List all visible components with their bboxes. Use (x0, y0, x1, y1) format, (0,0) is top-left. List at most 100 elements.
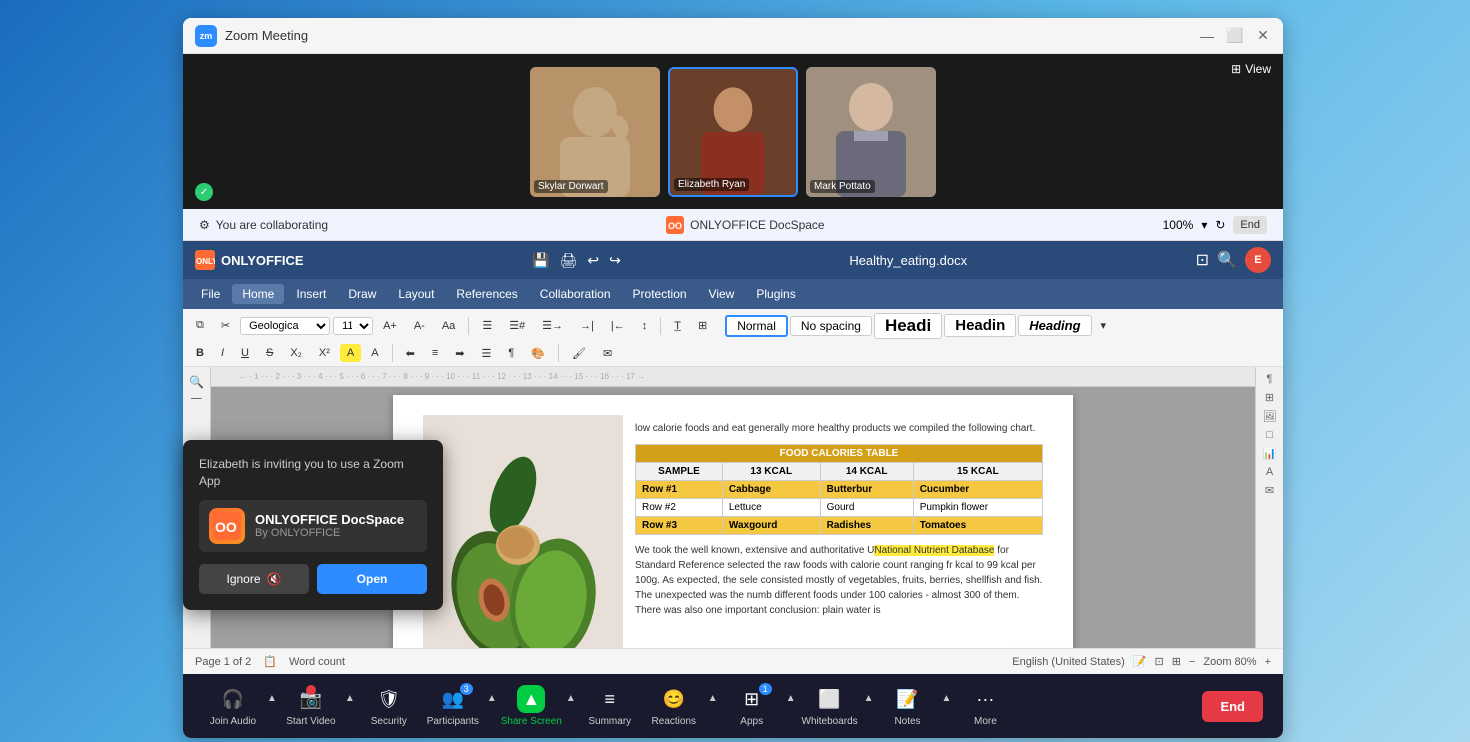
outline-btn[interactable]: ☰→ (535, 316, 570, 335)
notes-chevron[interactable]: ▲ (942, 693, 952, 704)
linespace-btn[interactable]: ↕ (635, 317, 655, 335)
font-color-btn[interactable]: A (364, 344, 385, 362)
style-heading2[interactable]: Headin (944, 314, 1016, 337)
shape-icon[interactable]: □ (1266, 429, 1273, 441)
whiteboards-chevron[interactable]: ▲ (864, 693, 874, 704)
redo-icon[interactable]: ↪ (609, 252, 621, 269)
start-video-tool[interactable]: 📷 Start Video (281, 685, 341, 727)
menu-layout[interactable]: Layout (388, 284, 444, 304)
apps-tool[interactable]: ⊞ 1 Apps (722, 685, 782, 727)
copy-btn[interactable]: ⧉ (189, 316, 211, 335)
zoom-plus-btn[interactable]: + (1265, 656, 1271, 668)
save-icon[interactable]: 💾 (532, 252, 549, 269)
style-normal[interactable]: Normal (725, 315, 788, 337)
reactions-tool[interactable]: 😊 Reactions (644, 685, 704, 727)
underline-btn[interactable]: U (234, 344, 256, 362)
spell-check-icon[interactable]: 📝 (1133, 655, 1147, 668)
reactions-chevron[interactable]: ▲ (708, 693, 718, 704)
whiteboards-tool[interactable]: ⬜ Whiteboards (800, 685, 860, 727)
menu-file[interactable]: File (191, 284, 230, 304)
open-button[interactable]: Open (317, 564, 427, 594)
search-icon[interactable]: 🔍 (1217, 250, 1237, 270)
table-icon[interactable]: ⊞ (1265, 391, 1274, 404)
share-screen-chevron[interactable]: ▲ (566, 693, 576, 704)
start-video-chevron[interactable]: ▲ (345, 693, 355, 704)
font-size-selector[interactable]: 11 (333, 317, 373, 335)
bold-btn[interactable]: B (189, 344, 211, 362)
word-count-label[interactable]: Word count (289, 656, 345, 668)
menu-collaboration[interactable]: Collaboration (530, 284, 621, 304)
track-changes-icon[interactable]: ⊡ (1154, 655, 1163, 668)
zoom-minus-btn[interactable]: − (1189, 656, 1195, 668)
subscript-btn[interactable]: X₂ (283, 344, 309, 362)
indent-btn[interactable]: →| (573, 317, 601, 335)
participants-tool[interactable]: 👥 3 Participants (423, 685, 483, 727)
more-styles-btn[interactable]: ▾ (1094, 316, 1114, 335)
align-left-btn[interactable]: ⬅ (399, 344, 422, 363)
row3-col1: Waxgourd (722, 517, 820, 535)
image-icon[interactable]: 🖼 (1263, 410, 1277, 423)
summary-tool[interactable]: ≡ Summary (580, 685, 640, 727)
paragraph-mark-icon[interactable]: ¶ (1267, 373, 1273, 385)
strikethrough-btn[interactable]: S (259, 344, 280, 362)
join-audio-chevron[interactable]: ▲ (267, 693, 277, 704)
paint-format-btn[interactable]: 🖌 (565, 344, 593, 363)
language-selector[interactable]: English (United States) (1012, 656, 1125, 668)
maximize-button[interactable]: ⬜ (1227, 28, 1243, 44)
align-right-btn[interactable]: ➡ (448, 344, 471, 363)
participants-chevron[interactable]: ▲ (487, 693, 497, 704)
apps-chevron[interactable]: ▲ (786, 693, 796, 704)
end-collab-button[interactable]: End (1233, 216, 1267, 234)
decrease-font-btn[interactable]: A- (407, 317, 432, 335)
title-bar: zm Zoom Meeting — ⬜ ✕ (183, 18, 1283, 54)
print-icon[interactable]: 🖨 (560, 252, 578, 269)
ruler-toggle-icon[interactable]: | (191, 397, 203, 400)
style-heading1[interactable]: Headi (874, 313, 942, 339)
more-tool[interactable]: ··· More (955, 685, 1015, 727)
font-selector[interactable]: Geologica (240, 317, 330, 335)
view-tools-icon[interactable]: 🔍 (189, 375, 204, 389)
case-btn[interactable]: Aa (435, 317, 462, 335)
menu-insert[interactable]: Insert (286, 284, 336, 304)
mail-merge-btn[interactable]: ✉ (596, 344, 619, 363)
chart-icon[interactable]: 📊 (1263, 447, 1277, 460)
menu-references[interactable]: References (446, 284, 527, 304)
increase-font-btn[interactable]: A+ (376, 317, 404, 335)
style-heading3[interactable]: Heading (1018, 315, 1091, 336)
align-center-btn[interactable]: ≡ (425, 344, 445, 362)
menu-draw[interactable]: Draw (338, 284, 386, 304)
bullets-btn[interactable]: ☰ (475, 316, 499, 335)
justify-btn[interactable]: ☰ (474, 344, 498, 363)
menu-protection[interactable]: Protection (623, 284, 697, 304)
table-btn[interactable]: ⊞ (691, 316, 714, 335)
italic-btn[interactable]: I (214, 344, 231, 362)
numbering-btn[interactable]: ☰# (502, 316, 532, 335)
refresh-icon[interactable]: ↻ (1215, 218, 1225, 232)
end-meeting-button[interactable]: End (1202, 691, 1263, 722)
security-tool[interactable]: 🛡 Security (359, 685, 419, 727)
share-screen-tool[interactable]: ▲ Share Screen (501, 685, 562, 727)
close-button[interactable]: ✕ (1255, 28, 1271, 44)
superscript-btn[interactable]: X² (312, 344, 337, 362)
join-audio-tool[interactable]: 🎧 Join Audio (203, 685, 263, 727)
clear-format-btn[interactable]: T̲ (667, 317, 688, 335)
shading-btn[interactable]: 🎨 (524, 344, 552, 363)
cut-btn[interactable]: ✂ (214, 316, 237, 335)
zoom-dropdown-icon[interactable]: ▾ (1201, 218, 1207, 232)
mail-icon[interactable]: ✉ (1265, 484, 1274, 497)
undo-icon[interactable]: ↩ (587, 252, 599, 269)
ignore-button[interactable]: Ignore 🔇 (199, 564, 309, 594)
menu-plugins[interactable]: Plugins (746, 284, 805, 304)
view-button[interactable]: ⊞ View (1231, 62, 1271, 76)
expand-icon[interactable]: ⊡ (1196, 250, 1209, 270)
notes-tool[interactable]: 📝 Notes (878, 685, 938, 727)
highlight-btn[interactable]: A (340, 344, 361, 362)
fit-page-icon[interactable]: ⊞ (1172, 655, 1181, 668)
menu-home[interactable]: Home (232, 284, 284, 304)
paragraph-btn[interactable]: ¶ (501, 344, 521, 362)
font-icon[interactable]: A (1266, 466, 1273, 478)
style-no-spacing[interactable]: No spacing (790, 316, 872, 336)
outdent-btn[interactable]: |← (604, 317, 632, 335)
menu-view[interactable]: View (699, 284, 745, 304)
minimize-button[interactable]: — (1199, 28, 1215, 44)
